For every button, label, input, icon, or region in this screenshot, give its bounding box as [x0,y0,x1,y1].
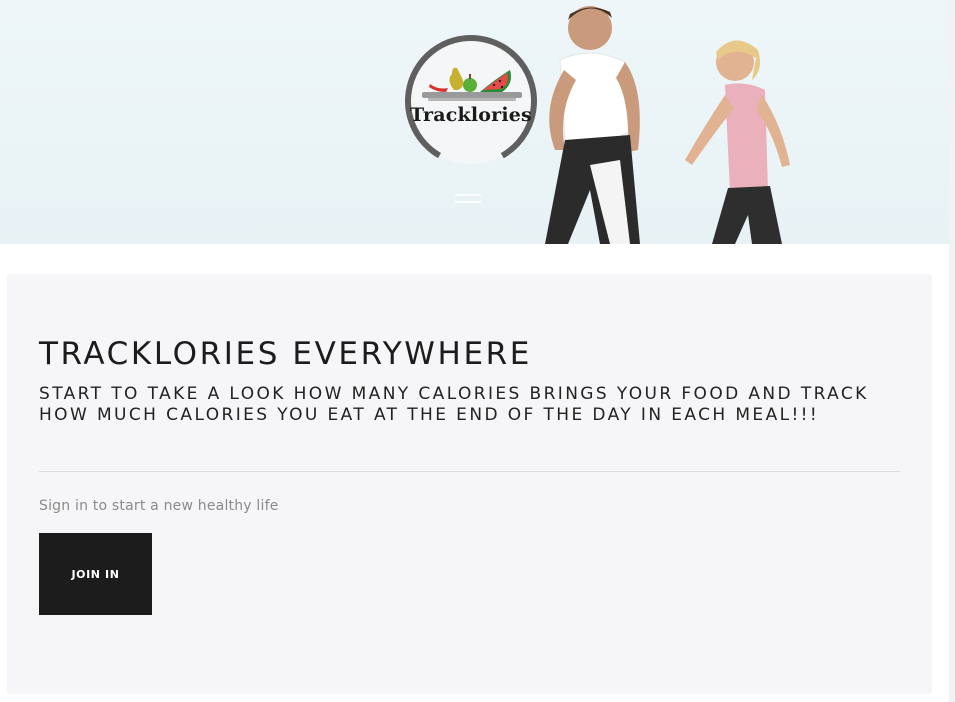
page-subtitle: START TO TAKE A LOOK HOW MANY CALORIES B… [39,384,869,425]
divider [39,471,900,472]
signin-prompt: Sign in to start a new healthy life [39,498,279,514]
hamburger-menu-icon[interactable] [455,194,481,210]
page: Tracklories TRACKLORIES EVERYWHERE START… [0,0,955,702]
menu-bar [455,201,481,203]
menu-bar [455,194,481,196]
logo-badge-icon [404,35,537,167]
logo-text: Tracklories [410,104,532,126]
runners-image [545,6,790,244]
join-in-button[interactable]: JOIN IN [39,533,152,615]
tracklories-logo[interactable]: Tracklories [402,32,540,170]
hero-header: Tracklories [0,0,955,244]
intro-card: TRACKLORIES EVERYWHERE START TO TAKE A L… [7,274,932,694]
scrollbar[interactable] [949,0,955,702]
page-title: TRACKLORIES EVERYWHERE [39,336,532,372]
